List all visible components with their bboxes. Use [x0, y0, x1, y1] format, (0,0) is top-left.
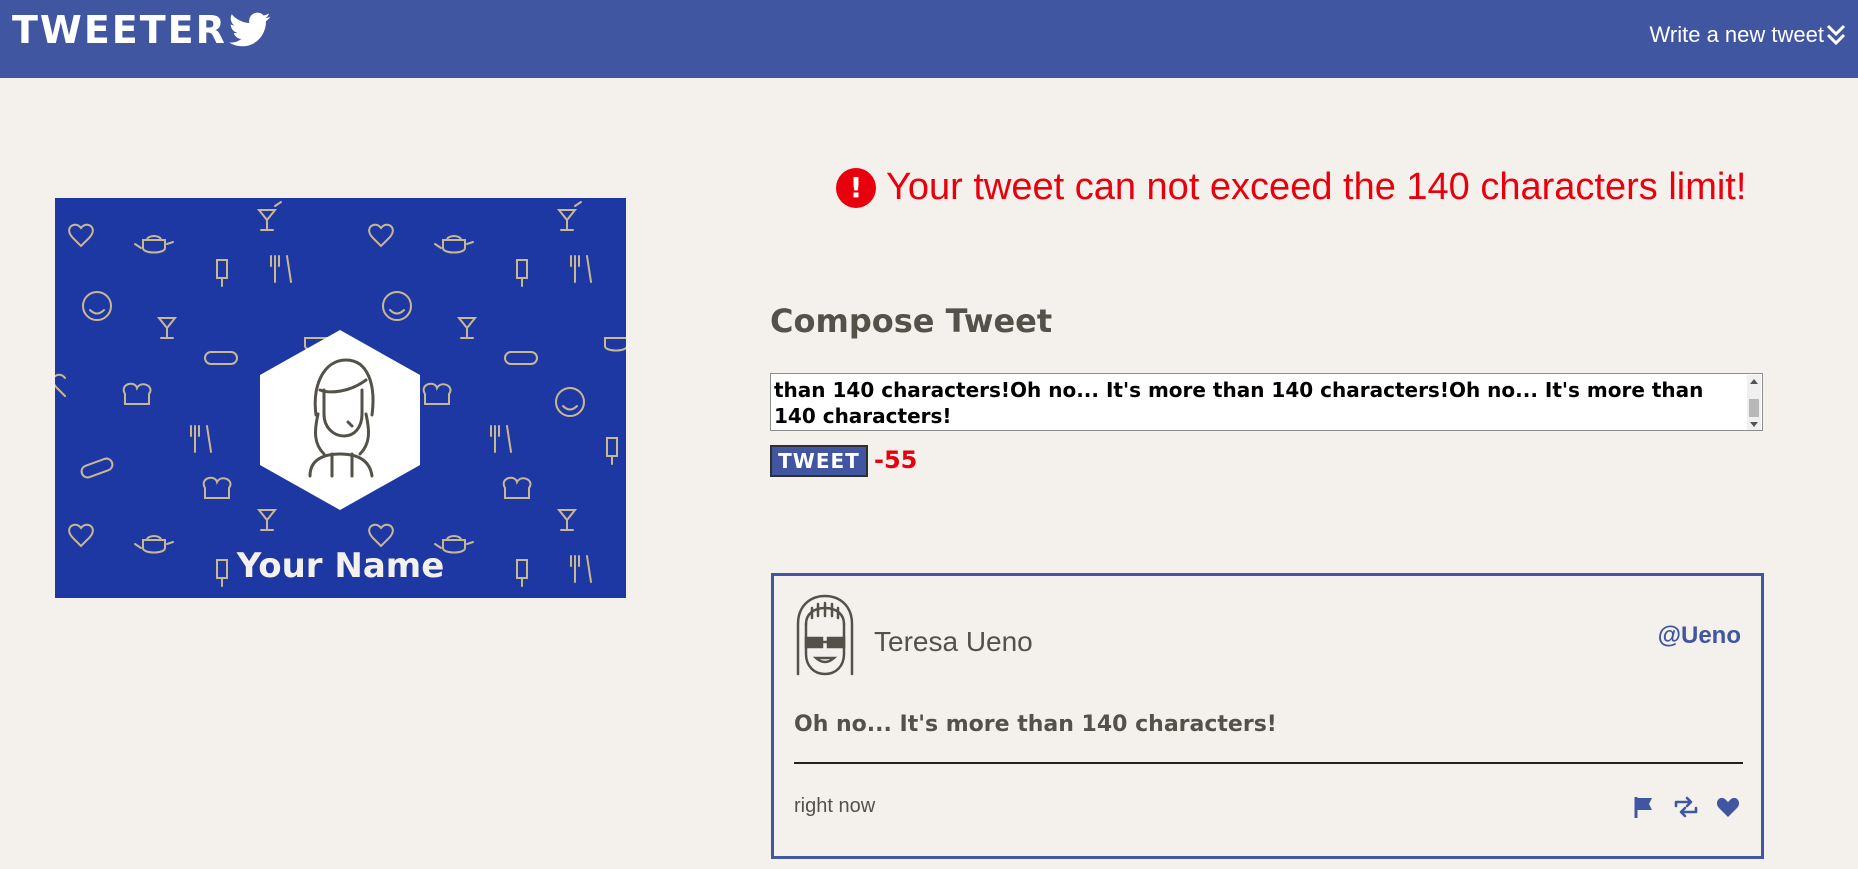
tweet-body: Oh no... It's more than 140 characters! [794, 712, 1277, 737]
profile-avatar [260, 330, 420, 510]
tweet-textarea[interactable]: than 140 characters!Oh no... It's more t… [770, 373, 1763, 431]
top-nav: TWEETER Write a new tweet [0, 0, 1858, 78]
profile-name: Your Name [236, 546, 445, 586]
error-icon: ! [836, 167, 876, 208]
scroll-up-arrow-icon[interactable] [1750, 379, 1758, 384]
twitter-bird-icon [228, 12, 271, 47]
write-new-tweet-label: Write a new tweet [1649, 22, 1824, 47]
profile-card [55, 198, 626, 598]
compose-title: Compose Tweet [770, 302, 1053, 340]
scroll-thumb[interactable] [1749, 399, 1759, 417]
double-chevron-down-icon [1826, 24, 1846, 46]
tweet-author-name: Teresa Ueno [874, 626, 1033, 657]
textarea-scrollbar[interactable] [1747, 375, 1761, 430]
tweet-textarea-value: than 140 characters!Oh no... It's more t… [774, 378, 1704, 428]
tweet-actions [1631, 794, 1741, 820]
error-message: ! Your tweet can not exceed the 140 char… [836, 166, 1746, 209]
brand-logo[interactable]: TWEETER [12, 8, 271, 52]
error-text: Your tweet can not exceed the 140 charac… [886, 166, 1747, 208]
tweet-divider [794, 762, 1743, 764]
tweet-button[interactable]: TWEET [770, 445, 868, 477]
tweet-card: Teresa Ueno @Ueno Oh no... It's more tha… [771, 573, 1764, 859]
tweet-timestamp: right now [794, 795, 876, 817]
character-counter: -55 [874, 446, 918, 474]
tweet-author-handle[interactable]: @Ueno [1658, 622, 1741, 650]
tweet-author-avatar [796, 594, 854, 676]
retweet-icon[interactable] [1673, 794, 1699, 820]
brand-text: TWEETER [12, 8, 227, 52]
write-new-tweet-link[interactable]: Write a new tweet [1650, 22, 1846, 48]
heart-icon[interactable] [1715, 794, 1741, 820]
scroll-down-arrow-icon[interactable] [1750, 422, 1758, 427]
flag-icon[interactable] [1631, 794, 1657, 820]
